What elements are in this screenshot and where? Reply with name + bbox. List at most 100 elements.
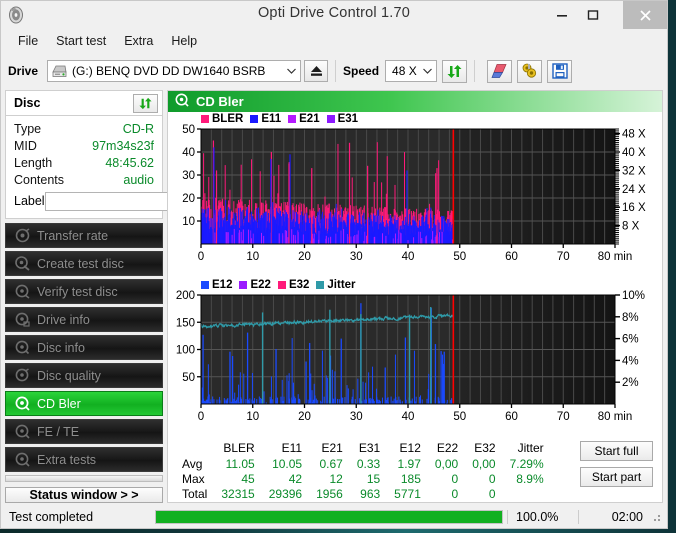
speed-value: 48 X [392, 64, 417, 78]
svg-text:40 X: 40 X [622, 147, 646, 159]
chart-panel-header: CD Bler [168, 91, 662, 112]
svg-text:80 min: 80 min [598, 411, 633, 423]
svg-text:10: 10 [246, 411, 259, 423]
plug-settings-button[interactable] [517, 59, 543, 83]
table-row: Total 32315 29396 1956 963 5771 0 0 [178, 486, 551, 501]
svg-text:60: 60 [505, 251, 518, 263]
disc-value: audio [123, 172, 154, 187]
menu-help[interactable]: Help [162, 32, 206, 50]
svg-text:50: 50 [453, 411, 466, 423]
stats-col-e21: E21 [321, 440, 343, 455]
stats-cell: 0 [488, 471, 496, 486]
stats-cell: 0 [451, 486, 459, 501]
sidebar-item-drive-info[interactable]: Drive info [5, 307, 163, 332]
stats-row-label: Total [182, 486, 208, 501]
save-button[interactable] [547, 59, 573, 83]
drive-label: Drive [8, 64, 39, 78]
chart-panel: CD Bler BLER E11 E21 E31 10 20 30 40 50 … [167, 90, 663, 503]
svg-text:40: 40 [182, 147, 195, 159]
start-full-button[interactable]: Start full [580, 441, 653, 461]
drive-toolbar: Drive (G:) BENQ DVD DD DW1640 BSRB Speed… [1, 52, 667, 90]
svg-text:8%: 8% [622, 312, 639, 324]
svg-text:32 X: 32 X [622, 165, 646, 177]
status-window-button[interactable]: Status window > > [5, 487, 163, 503]
chart-jitter-canvas: 50 100 150 200 0 10 20 30 40 50 60 70 80 min 2% 4% 6% 8%… [176, 290, 645, 423]
sidebar-item-label: Create test disc [37, 256, 124, 271]
disc-fete-icon [14, 424, 30, 440]
disc-value: 48:45.62 [105, 155, 154, 170]
sidebar-item-extra-tests[interactable]: Extra tests [5, 447, 163, 472]
disc-info-icon [14, 340, 30, 356]
sidebar-item-fe-te[interactable]: FE / TE [5, 419, 163, 444]
toolbar-separator [474, 60, 476, 82]
speed-select[interactable]: 48 X [385, 60, 438, 82]
stats-cell: 0 [451, 471, 459, 486]
disc-create-icon [14, 256, 30, 272]
sidebar-item-disc-quality[interactable]: Disc quality [5, 363, 163, 388]
sidebar-item-cd-bler[interactable]: CD Bler [5, 391, 163, 416]
disc-row-mid: MID 97m34s23f [14, 137, 154, 154]
stats-row-label: Avg [182, 456, 203, 471]
svg-text:20: 20 [298, 411, 311, 423]
start-part-button[interactable]: Start part [580, 467, 653, 487]
chevron-down-icon[interactable] [283, 68, 300, 74]
svg-text:6%: 6% [622, 334, 639, 346]
svg-text:2%: 2% [622, 377, 639, 389]
disc-key: Length [14, 155, 53, 170]
disc-row-type: Type CD-R [14, 120, 154, 137]
svg-text:80 min: 80 min [598, 251, 633, 263]
refresh-drive-button[interactable] [442, 59, 468, 83]
svg-text:70: 70 [557, 251, 570, 263]
stats-cell: 0.33 [356, 456, 381, 471]
left-panel: Disc Type CD-R MID 97m34s23f Length 48:4… [5, 90, 250, 503]
stats-cell: 0,00 [472, 456, 496, 471]
svg-text:20: 20 [182, 193, 195, 205]
disc-properties: Type CD-R MID 97m34s23f Length 48:45.62 … [6, 116, 250, 218]
sidebar-item-create-test-disc[interactable]: Create test disc [5, 251, 163, 276]
menu-start-test[interactable]: Start test [47, 32, 115, 50]
disc-refresh-button[interactable] [133, 93, 158, 113]
stats-cell: 12 [329, 471, 343, 486]
stats-cell: 45 [241, 471, 255, 486]
menu-file[interactable]: File [9, 32, 47, 50]
disc-quality-icon [14, 368, 30, 384]
minimize-button[interactable] [546, 1, 577, 29]
close-button[interactable] [623, 1, 667, 29]
status-bar: Test completed 100.0% 02:00 [1, 506, 667, 528]
stats-col-jitter: Jitter [517, 440, 544, 455]
eject-button[interactable] [304, 60, 329, 82]
svg-text:100: 100 [176, 345, 195, 357]
sidebar-item-disc-info[interactable]: Disc info [5, 335, 163, 360]
stats-cell: 10.05 [272, 456, 303, 471]
drive-icon [52, 64, 67, 78]
sidebar-item-transfer-rate[interactable]: Transfer rate [5, 223, 163, 248]
stats-cell: 1956 [316, 486, 343, 501]
disc-extra-icon [14, 452, 30, 468]
disc-test-icon [14, 228, 30, 244]
disc-row-contents: Contents audio [14, 171, 154, 188]
disc-bler-icon [14, 396, 30, 412]
svg-text:16 X: 16 X [622, 202, 646, 214]
svg-text:0: 0 [198, 251, 204, 263]
svg-text:40: 40 [402, 411, 415, 423]
sidebar-item-label: Extra tests [37, 452, 97, 467]
maximize-button[interactable] [577, 1, 608, 29]
svg-text:30: 30 [350, 411, 363, 423]
erase-disc-button[interactable] [487, 59, 513, 83]
drive-select[interactable]: (G:) BENQ DVD DD DW1640 BSRB [47, 60, 302, 82]
sidebar-item-label: CD Bler [37, 396, 81, 411]
main-body: Disc Type CD-R MID 97m34s23f Length 48:4… [1, 90, 667, 503]
svg-text:8 X: 8 X [622, 221, 640, 233]
menu-extra[interactable]: Extra [115, 32, 162, 50]
stats-cell: 5771 [394, 486, 421, 501]
title-bar: Opti Drive Control 1.70 [1, 1, 667, 29]
svg-text:48 X: 48 X [622, 129, 646, 141]
sidebar-item-verify-test-disc[interactable]: Verify test disc [5, 279, 163, 304]
stats-cell: 0.67 [319, 456, 343, 471]
stats-col-bler: BLER [223, 440, 255, 455]
chevron-down-icon[interactable] [419, 68, 436, 74]
table-row: Avg 11.05 10.05 0.67 0.33 1.97 0,00 0,00… [178, 456, 551, 471]
disc-bler-icon [175, 93, 189, 110]
speed-label: Speed [343, 64, 380, 78]
resize-grip[interactable] [649, 510, 663, 524]
